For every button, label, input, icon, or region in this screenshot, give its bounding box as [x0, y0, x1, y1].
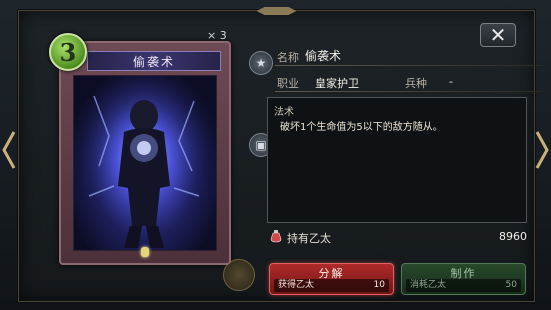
decompose-button[interactable]: 分解 获得乙太 10 — [269, 263, 394, 295]
panel-ornament — [256, 7, 297, 15]
name-label: 名称 — [277, 51, 299, 64]
star-icon: ★ — [249, 51, 273, 75]
decompose-reward-label: 获得乙太 — [278, 280, 315, 290]
divider — [275, 65, 543, 66]
ether-potion-icon — [270, 230, 282, 243]
class-value: 皇家护卫 — [315, 77, 359, 90]
card-artwork — [73, 75, 217, 251]
decompose-reward-value: 10 — [373, 280, 385, 290]
close-icon: ✕ — [489, 23, 507, 47]
divider — [275, 91, 543, 92]
card-detail-panel: ✕ 偷袭术 3 × 3 ★ ▣ 名称 偷袭术 职业 皇家护卫 兵种 - 法术 破… — [18, 7, 543, 302]
skill-text: 破坏1个生命值为5以下的敌方随从。 — [280, 122, 443, 133]
name-value: 偷袭术 — [305, 49, 342, 63]
card-frame: 偷袭术 — [59, 41, 231, 265]
sorcerer-figure-icon — [74, 76, 214, 250]
ether-label: 持有乙太 — [287, 232, 331, 245]
craft-cost: 消耗乙太 50 — [406, 279, 521, 292]
card-title: 偷袭术 — [87, 51, 221, 71]
next-card-button[interactable] — [535, 130, 549, 170]
gear-icon — [223, 259, 255, 291]
craft-button[interactable]: 制作 消耗乙太 50 — [401, 263, 526, 295]
type-value: - — [449, 75, 453, 88]
card-gem — [141, 247, 149, 257]
skill-box: 法术 破坏1个生命值为5以下的敌方随从。 — [267, 97, 527, 223]
chevron-right-icon — [535, 131, 549, 169]
decompose-reward: 获得乙太 10 — [274, 279, 389, 292]
card-count: × 3 — [207, 29, 227, 42]
cost-gem: 3 — [49, 33, 87, 71]
ether-value: 8960 — [499, 230, 527, 243]
skill-tag: 法术 — [274, 107, 294, 118]
craft-cost-label: 消耗乙太 — [410, 280, 447, 290]
type-label: 兵种 — [405, 77, 427, 90]
craft-cost-value: 50 — [505, 280, 517, 290]
class-label: 职业 — [277, 77, 299, 90]
close-button[interactable]: ✕ — [480, 23, 516, 47]
chevron-left-icon — [2, 131, 16, 169]
previous-card-button[interactable] — [2, 130, 16, 170]
ether-row: 持有乙太 8960 — [269, 229, 527, 245]
